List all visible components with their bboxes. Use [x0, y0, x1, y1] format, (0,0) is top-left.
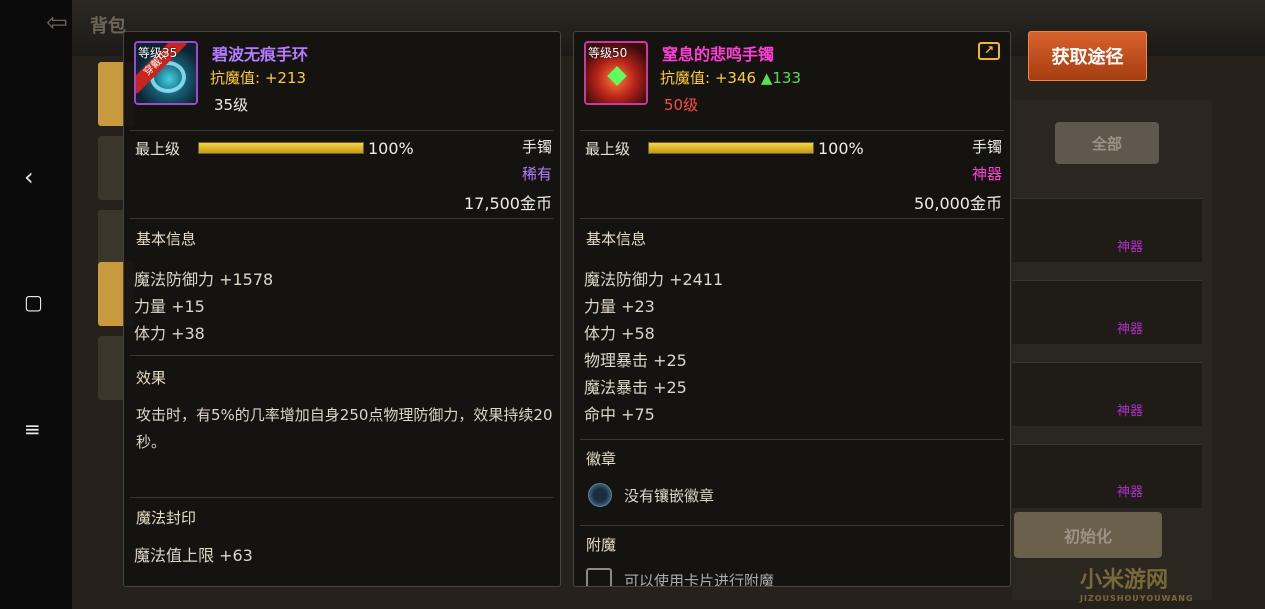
bg-list-row[interactable]: [1012, 362, 1202, 426]
divider: [580, 218, 1004, 219]
divider: [130, 355, 554, 356]
bg-back-arrow-icon[interactable]: ⇦: [46, 8, 68, 38]
divider: [580, 525, 1004, 526]
bg-page-title: 背包: [90, 16, 126, 37]
stat-value: +346: [714, 69, 757, 87]
enchant-header: 附魔: [586, 536, 617, 554]
magic-seal-header: 魔法封印: [136, 509, 197, 527]
stat-value: +213: [264, 69, 307, 87]
share-icon[interactable]: ↗: [978, 42, 1000, 60]
basic-info-header: 基本信息: [586, 230, 647, 248]
bg-list-row[interactable]: [1012, 280, 1202, 344]
item-rarity: 稀有: [521, 165, 552, 183]
magic-resist-stat: 抗魔值: +213: [210, 67, 306, 88]
bg-rarity-tag: 神器: [1117, 404, 1144, 419]
stat-line: 命中 +75: [584, 405, 655, 424]
stat-line: 体力 +38: [134, 324, 205, 343]
item-name: 窒息的悲鸣手镯: [662, 45, 775, 64]
stat-line: 魔法防御力 +1578: [134, 270, 274, 289]
effect-header: 效果: [136, 369, 167, 387]
required-level: 50级: [664, 96, 699, 114]
bg-rarity-tag: 神器: [1117, 322, 1144, 337]
acquire-source-button[interactable]: 获取途径: [1028, 31, 1147, 81]
divider: [130, 497, 554, 498]
max-level-label: 最上级: [135, 140, 181, 158]
bracelet-icon: 等级50: [584, 41, 648, 105]
bg-rarity-tag: 神器: [1117, 240, 1144, 255]
magic-resist-stat: 抗魔值: +346 ▲133: [660, 67, 801, 88]
item-level-tag: 等级35: [138, 46, 178, 60]
max-level-label: 最上级: [585, 140, 631, 158]
stat-line: 力量 +15: [134, 297, 205, 316]
upgrade-progress-bar: [198, 142, 364, 154]
bg-rarity-tag: 神器: [1117, 485, 1144, 500]
stat-line: 物理暴击 +25: [584, 351, 687, 370]
divider: [130, 130, 554, 131]
item-level-tag: 等级50: [588, 46, 628, 60]
bracelet-icon: 穿戴中 等级35: [134, 41, 198, 105]
stat-line: 魔法防御力 +2411: [584, 270, 724, 289]
enchant-hint: 可以使用卡片进行附魔: [624, 572, 775, 587]
divider: [580, 130, 1004, 131]
divider: [130, 218, 554, 219]
emblem-slot-icon[interactable]: [588, 483, 612, 507]
watermark-subtext: JIZOUSHOUYOUWANG: [1080, 594, 1194, 603]
site-watermark: 小米游网 JIZOUSHOUYOUWANG: [1080, 562, 1265, 609]
bg-init-button[interactable]: 初始化: [1014, 512, 1162, 558]
stat-line: 力量 +23: [584, 297, 655, 316]
item-rarity: 神器: [971, 165, 1002, 183]
menu-nav-icon[interactable]: ≡: [24, 417, 41, 441]
progress-percent: 100%: [818, 139, 864, 158]
item-type: 手镯: [521, 138, 552, 156]
emblem-header: 徽章: [586, 450, 617, 468]
seal-stat-line: 魔法值上限 +63: [134, 546, 253, 565]
item-price: 50,000金币: [914, 194, 1002, 213]
upgrade-progress-bar: [648, 142, 814, 154]
required-level: 35级: [214, 96, 249, 114]
divider: [580, 439, 1004, 440]
bg-list-row[interactable]: [1012, 198, 1202, 262]
progress-percent: 100%: [368, 139, 414, 158]
stat-label: 抗魔值:: [660, 69, 711, 87]
basic-info-header: 基本信息: [136, 230, 197, 248]
compared-item-tooltip: 等级50 窒息的悲鸣手镯 ↗ 抗魔值: +346 ▲133 50级 最上级 10…: [573, 31, 1011, 587]
equipped-item-tooltip: 穿戴中 等级35 碧波无痕手环 抗魔值: +213 35级 最上级 100% 手…: [123, 31, 561, 587]
bg-all-filter-button[interactable]: 全部: [1055, 122, 1159, 164]
emblem-status: 没有镶嵌徽章: [624, 487, 715, 505]
stat-line: 魔法暴击 +25: [584, 378, 687, 397]
effect-description: 攻击时，有5%的几率增加自身250点物理防御力，效果持续20秒。: [136, 406, 553, 451]
stat-label: 抗魔值:: [210, 69, 261, 87]
item-name: 碧波无痕手环: [212, 45, 309, 64]
back-nav-icon[interactable]: ‹: [24, 163, 34, 191]
item-type: 手镯: [971, 138, 1002, 156]
item-price: 17,500金币: [464, 194, 552, 213]
home-nav-icon[interactable]: ▢: [24, 290, 43, 314]
stat-line: 体力 +58: [584, 324, 655, 343]
enchant-slot-icon[interactable]: [586, 568, 612, 586]
bg-list-row[interactable]: [1012, 444, 1202, 508]
watermark-text: 小米游网: [1080, 568, 1169, 593]
stat-delta: ▲133: [760, 69, 801, 87]
